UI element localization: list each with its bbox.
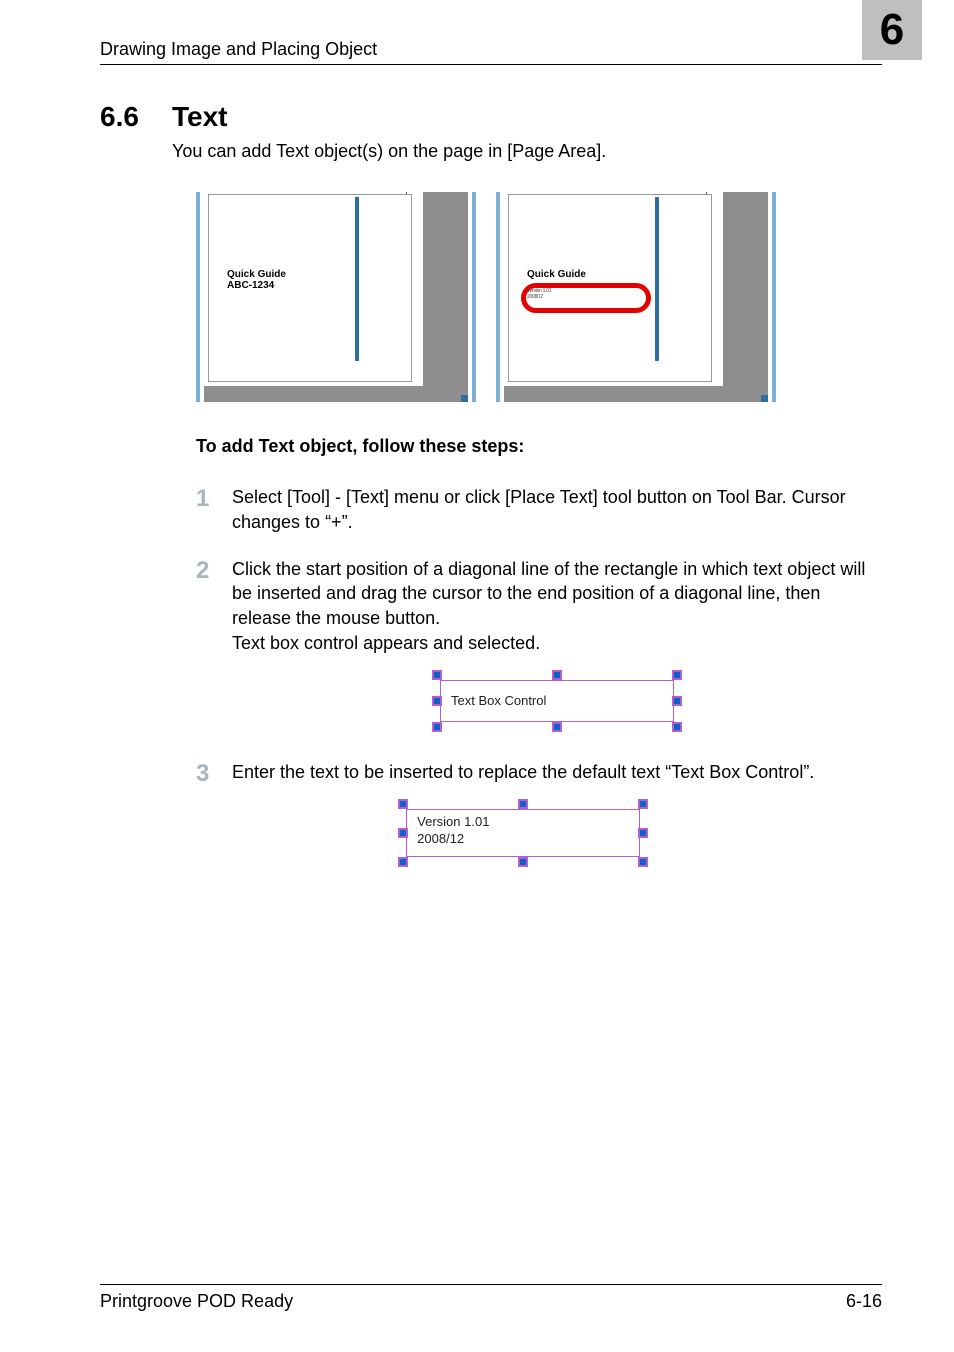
step-text: Enter the text to be inserted to replace…: [232, 762, 814, 782]
resize-handle-icon: [672, 670, 682, 680]
thumbnail-after: Quick Guide Version 1.012008/12: [496, 192, 776, 402]
resize-handle-icon: [398, 799, 408, 809]
resize-handle-icon: [638, 857, 648, 867]
thumbnail-before: Quick Guide ABC-1234: [196, 192, 476, 402]
textbox-content: Version 1.01 2008/12: [407, 814, 489, 848]
textbox-line: Version 1.01: [417, 814, 489, 829]
thumbnail-label: Quick Guide ABC-1234: [227, 269, 286, 291]
running-head: Drawing Image and Placing Object: [100, 39, 377, 60]
step-text: Click the start position of a diagonal l…: [232, 559, 865, 629]
step-number: 3: [196, 760, 232, 873]
step-body: Select [Tool] - [Text] menu or click [Pl…: [232, 485, 882, 535]
resize-handle-icon: [672, 696, 682, 706]
example-thumbnails: Quick Guide ABC-1234 Quick Guide Version…: [196, 192, 776, 402]
step-body: Enter the text to be inserted to replace…: [232, 760, 814, 873]
resize-handle-icon: [552, 722, 562, 732]
footer-page-number: 6-16: [846, 1291, 882, 1312]
resize-handle-icon: [638, 828, 648, 838]
thumbnail-page: Quick Guide Version 1.012008/12: [508, 194, 712, 382]
textbox-body: Version 1.01 2008/12: [406, 809, 640, 857]
page-footer: Printgroove POD Ready 6-16: [100, 1284, 882, 1312]
resize-handle-icon: [638, 799, 648, 809]
section-heading: 6.6 Text: [100, 101, 882, 133]
thumbnail-page: Quick Guide ABC-1234: [208, 194, 412, 382]
procedure-steps: 1 Select [Tool] - [Text] menu or click […: [196, 485, 882, 873]
thumb-text-line: ABC-1234: [227, 280, 274, 291]
thumbnail-label: Quick Guide: [527, 269, 586, 280]
textbox-line: 2008/12: [417, 831, 464, 846]
step-2: 2 Click the start position of a diagonal…: [196, 557, 882, 738]
resize-handle-icon: [518, 857, 528, 867]
resize-handle-icon: [672, 722, 682, 732]
resize-handle-icon: [432, 722, 442, 732]
step-number: 1: [196, 485, 232, 535]
textbox-body: Text Box Control: [440, 680, 674, 722]
procedure-heading: To add Text object, follow these steps:: [196, 436, 882, 457]
resize-handle-icon: [398, 857, 408, 867]
step-text: Text box control appears and selected.: [232, 633, 540, 653]
resize-handle-icon: [552, 670, 562, 680]
step-number: 2: [196, 557, 232, 738]
section-title: Text: [172, 101, 228, 133]
thumb-text-line: Quick Guide: [527, 269, 586, 280]
resize-handle-icon: [432, 670, 442, 680]
section-intro: You can add Text object(s) on the page i…: [172, 141, 882, 162]
figure-textbox-filled: Version 1.01 2008/12: [232, 799, 814, 867]
section-number: 6.6: [100, 101, 172, 133]
resize-handle-icon: [518, 799, 528, 809]
step-1: 1 Select [Tool] - [Text] menu or click […: [196, 485, 882, 535]
step-body: Click the start position of a diagonal l…: [232, 557, 882, 738]
page-header: Drawing Image and Placing Object 6: [100, 24, 882, 65]
textbox-content: Text Box Control: [441, 693, 546, 710]
chapter-number-badge: 6: [862, 0, 922, 60]
step-3: 3 Enter the text to be inserted to repla…: [196, 760, 882, 873]
added-text-sample: Version 1.012008/12: [527, 288, 551, 300]
footer-product: Printgroove POD Ready: [100, 1291, 293, 1312]
thumb-text-line: Quick Guide: [227, 269, 286, 280]
figure-textbox-default: Text Box Control: [232, 670, 882, 732]
